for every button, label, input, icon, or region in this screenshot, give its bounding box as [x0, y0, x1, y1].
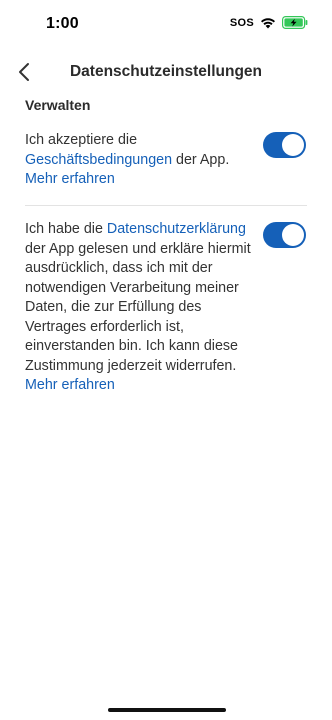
terms-consent-item: Ich akzeptiere die Geschäftsbedingungen … [25, 131, 309, 190]
consent-text-after: der App gelesen und erkläre hiermit ausd… [25, 240, 251, 374]
privacy-consent-toggle[interactable] [263, 222, 306, 248]
terms-consent-toggle[interactable] [263, 132, 306, 158]
terms-consent-text: Ich akzeptiere die Geschäftsbedingungen … [25, 131, 255, 190]
section-heading: Verwalten [25, 97, 91, 113]
consent-text-before: Ich akzeptiere die [25, 132, 138, 148]
consent-text-after: der App. [172, 151, 230, 168]
privacy-learn-more-link[interactable]: Mehr erfahren [25, 376, 255, 396]
toggle-knob [282, 224, 304, 246]
privacy-policy-link[interactable]: Datenschutzerklärung [107, 221, 246, 237]
status-bar: 1:00 SOS [0, 0, 332, 50]
wifi-icon [260, 17, 276, 29]
terms-link[interactable]: Geschäftsbedingungen [25, 152, 172, 168]
privacy-consent-text: Ich habe die Datenschutzerklärung der Ap… [25, 220, 255, 396]
battery-charging-icon [282, 16, 308, 29]
page-title: Datenschutzeinstellungen [69, 63, 263, 80]
status-time: 1:00 [46, 15, 79, 32]
status-icons: SOS [230, 16, 308, 29]
toggle-knob [282, 134, 304, 156]
terms-learn-more-link[interactable]: Mehr erfahren [25, 170, 255, 190]
divider [25, 205, 307, 206]
privacy-consent-item: Ich habe die Datenschutzerklärung der Ap… [25, 220, 309, 396]
home-indicator [108, 708, 226, 712]
navigation-bar: Datenschutzeinstellungen [0, 54, 332, 90]
sos-indicator: SOS [229, 16, 254, 29]
consent-text-before: Ich habe die [25, 221, 107, 237]
